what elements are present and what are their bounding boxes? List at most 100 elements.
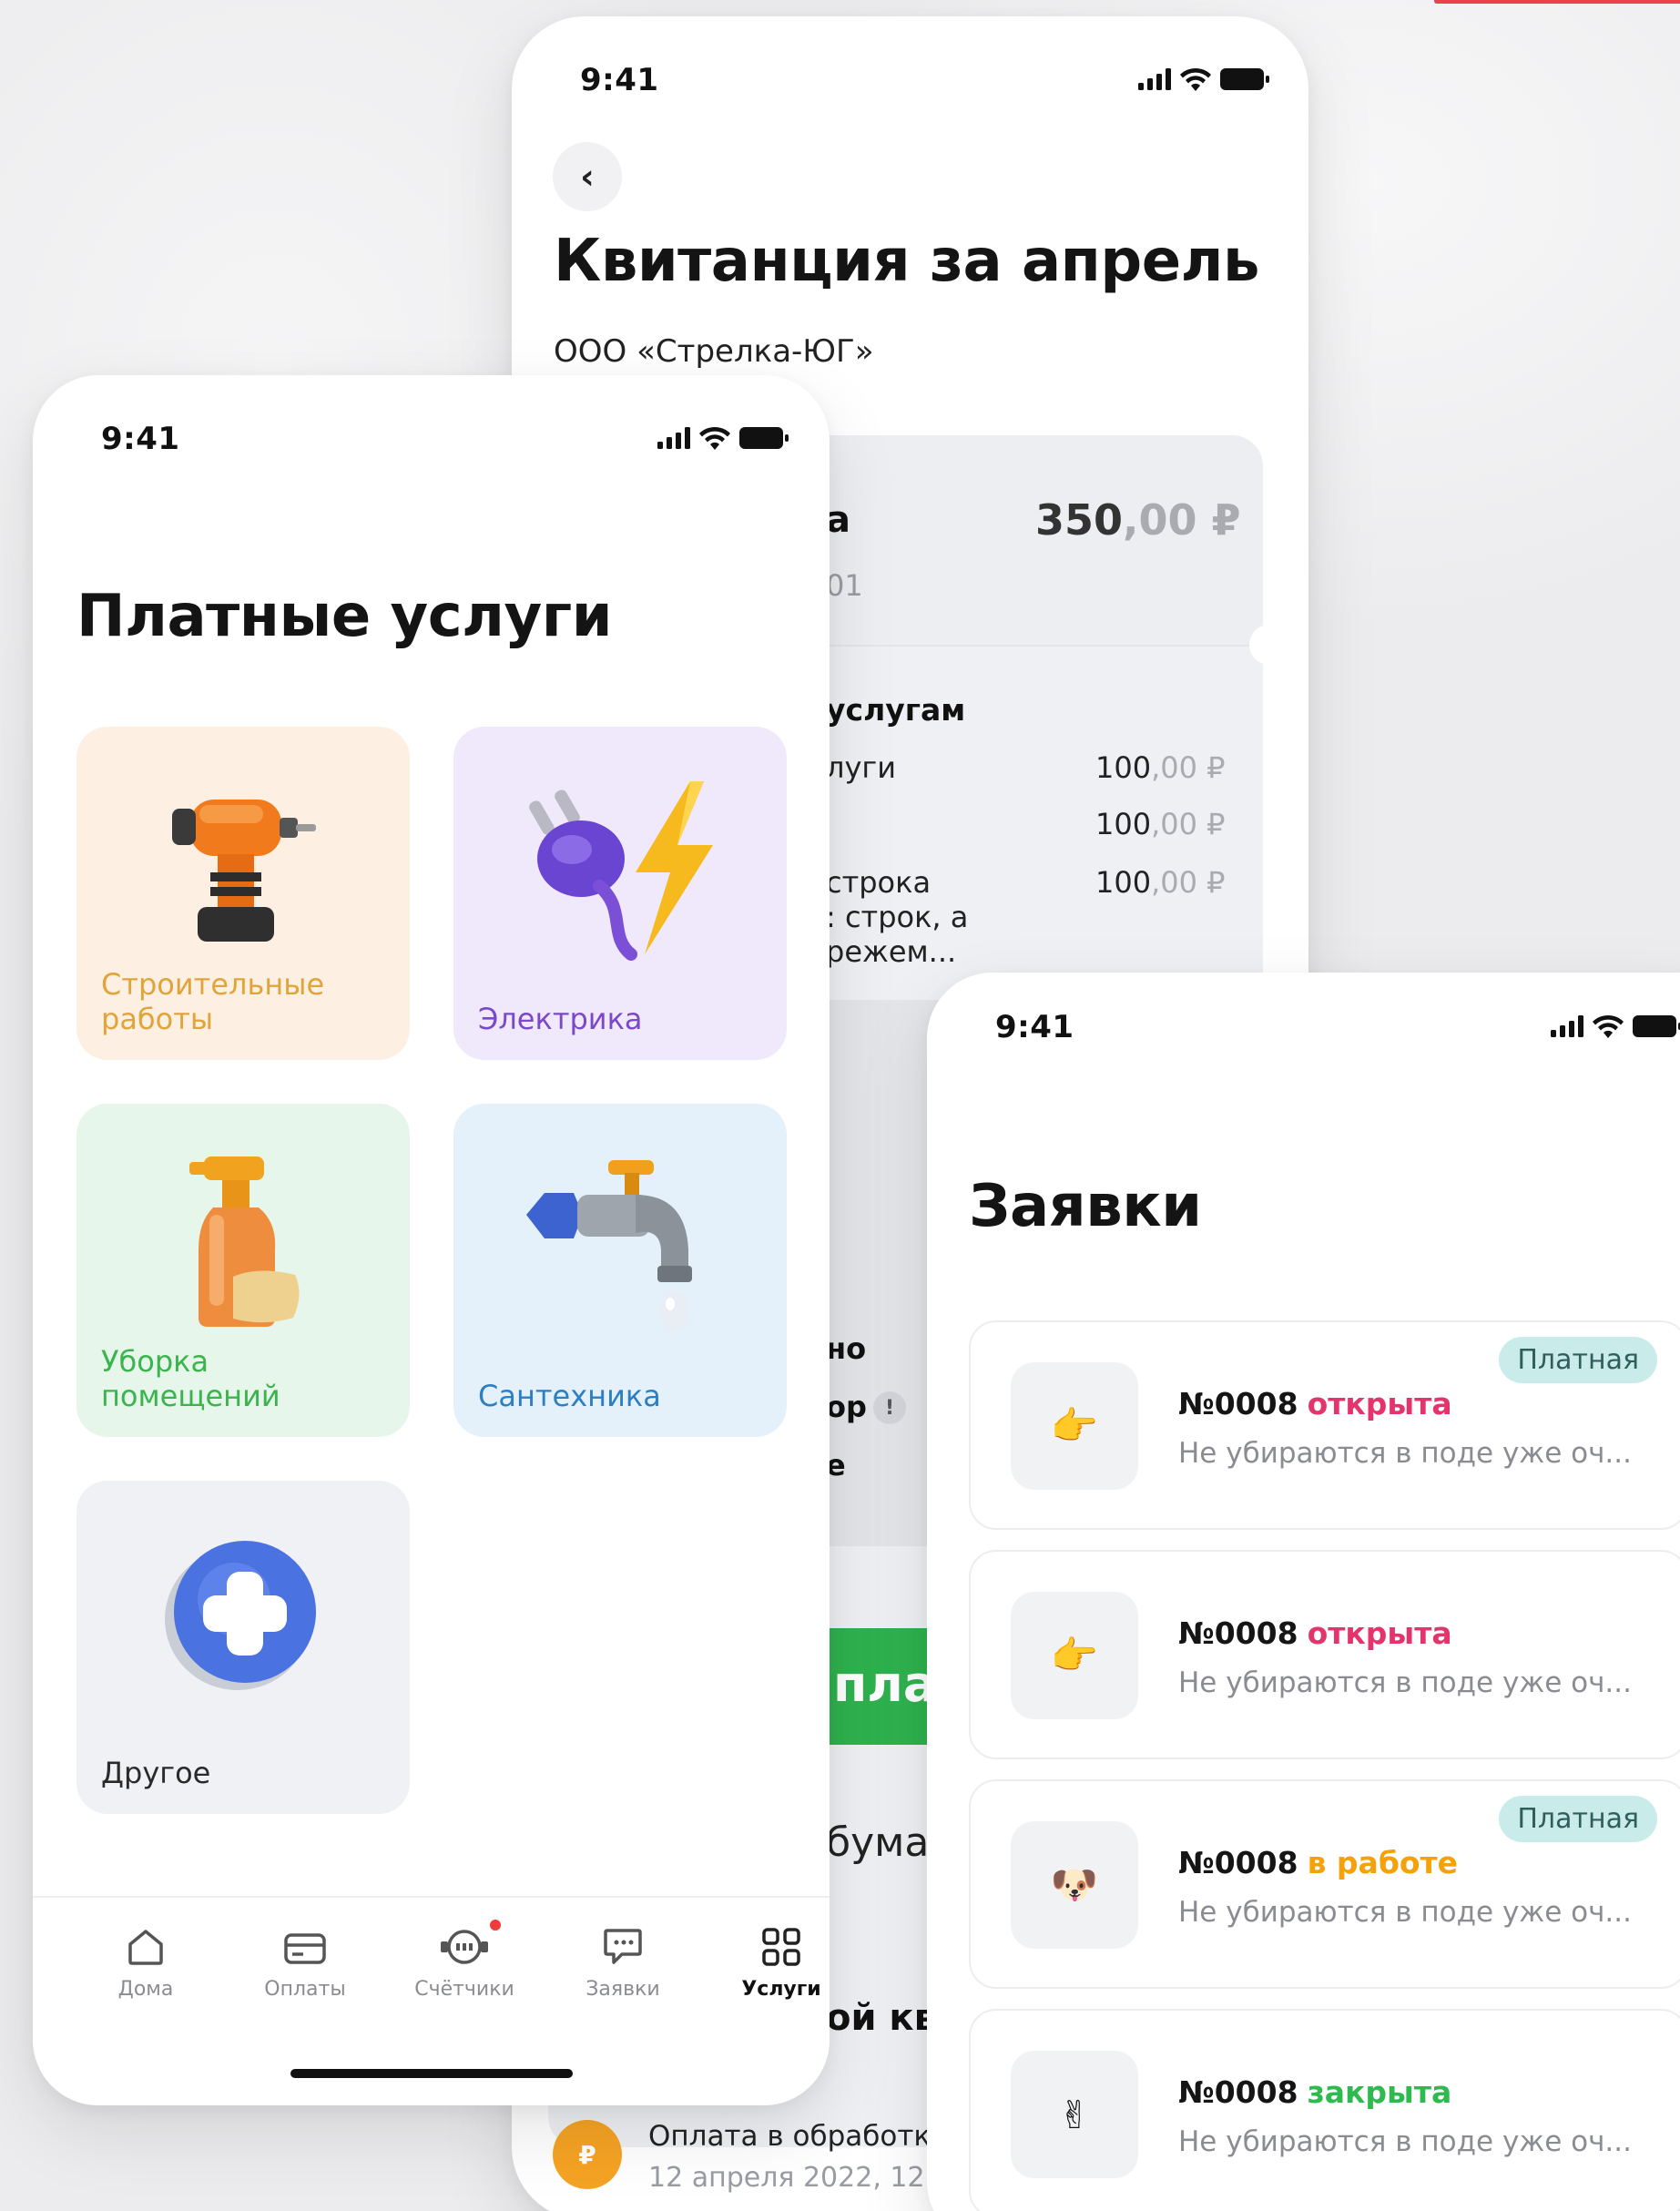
tab-requests[interactable]: Заявки	[559, 1912, 687, 2001]
tab-label: Услуги	[741, 1978, 821, 2001]
back-button[interactable]: ‹	[553, 142, 622, 211]
service-tile-label: Другое	[101, 1756, 211, 1790]
meter-icon	[441, 1930, 488, 1964]
chevron-left-icon: ‹	[580, 157, 595, 197]
request-status: закрыта	[1307, 2074, 1452, 2110]
price-cents: ,00 ₽	[1151, 807, 1226, 841]
notification-dot	[490, 1920, 501, 1931]
request-description: Не убираются в поде уже оч...	[1178, 1666, 1632, 1699]
request-emoji-avatar: 🐶	[1011, 1821, 1138, 1949]
status-bar: 9:41	[512, 16, 1308, 117]
price-main: 100	[1095, 750, 1152, 785]
service-tile-other[interactable]: Другое	[76, 1481, 410, 1814]
status-time: 9:41	[580, 62, 659, 98]
status-time: 9:41	[101, 421, 180, 457]
service-tile-electrics[interactable]: Электрика	[453, 727, 787, 1060]
request-card[interactable]: 👉 №0008 открыта Не убираются в поде уже о…	[969, 1550, 1680, 1759]
wifi-icon	[1593, 1014, 1624, 1038]
request-card[interactable]: 👉 №0008 открыта Не убираются в поде уже о…	[969, 1320, 1680, 1530]
request-emoji-avatar: ✌	[1011, 2051, 1138, 2178]
line-item-price: 100,00 ₽	[1095, 807, 1226, 841]
price-main: 100	[1095, 865, 1152, 900]
tab-home[interactable]: Дома	[82, 1912, 209, 2001]
request-title: №0008 открыта	[1178, 1615, 1452, 1651]
wifi-icon	[1180, 67, 1211, 91]
services-screen: 9:41 Платные услуги Строительные работы	[33, 375, 830, 2105]
service-tile-label: Уборка помещений	[101, 1344, 280, 1413]
page-title: Заявки	[969, 1173, 1202, 1240]
signal-icon	[1551, 1015, 1583, 1037]
line-item-price: 100,00 ₽	[1095, 865, 1226, 900]
battery-icon	[739, 427, 789, 449]
request-card[interactable]: 🐶 №0008 в работе Не убираются в поде уже …	[969, 1779, 1680, 1989]
plus-icon	[165, 1541, 316, 1690]
warning-icon[interactable]: !	[873, 1391, 906, 1424]
requests-screen: 9:41 Заявки 👉 №0008 открыта Не убираются …	[927, 973, 1680, 2211]
history-item-title[interactable]: Оплата в обработке	[648, 2120, 948, 2153]
spray-bottle-icon	[189, 1156, 300, 1327]
service-tile-construction[interactable]: Строительные работы	[76, 727, 410, 1060]
grid-icon	[762, 1928, 800, 1966]
request-number: №0008	[1178, 1615, 1298, 1651]
home-icon	[128, 1930, 163, 1965]
corner-accent	[1434, 0, 1680, 4]
request-emoji-avatar: 👉	[1011, 1362, 1138, 1490]
drill-icon	[172, 800, 316, 942]
line-item-label: строка : строк, а режем...	[826, 865, 969, 969]
status-bar: 9:41	[33, 375, 830, 475]
signal-icon	[1138, 68, 1171, 90]
service-tile-label: Строительные работы	[101, 967, 325, 1036]
price-cents: ,00 ₽	[1151, 865, 1226, 900]
line-item-label: луги	[826, 750, 896, 785]
request-title: №0008 открыта	[1178, 1386, 1452, 1421]
chat-icon	[604, 1929, 642, 1964]
status-icons	[1138, 67, 1269, 91]
ruble-icon: ₽	[553, 2120, 622, 2189]
service-tile-cleaning[interactable]: Уборка помещений	[76, 1104, 410, 1437]
request-number: №0008	[1178, 1386, 1298, 1421]
request-emoji-avatar: 👉	[1011, 1592, 1138, 1719]
receipt-row-label: но	[826, 1331, 867, 1366]
tab-meters[interactable]: Счётчики	[401, 1912, 528, 2001]
status-icons	[1551, 1014, 1680, 1038]
amount-cents: ,00 ₽	[1123, 495, 1241, 545]
card-notch	[1249, 625, 1289, 665]
paid-badge: Платная	[1499, 1796, 1657, 1842]
request-description: Не убираются в поде уже оч...	[1178, 2125, 1632, 2158]
tab-label: Счётчики	[414, 1978, 514, 2001]
request-number: №0008	[1178, 1845, 1298, 1880]
request-status: открыта	[1307, 1615, 1452, 1651]
receipt-name: а	[826, 499, 850, 541]
tab-label: Оплаты	[264, 1978, 346, 2001]
receipt-row-label: ор	[826, 1390, 867, 1424]
request-card[interactable]: ✌ №0008 закрыта Не убираются в поде уже о…	[969, 2009, 1680, 2211]
status-time: 9:41	[995, 1009, 1074, 1045]
price-main: 100	[1095, 807, 1152, 841]
price-cents: ,00 ₽	[1151, 750, 1226, 785]
history-item-date: 12 апреля 2022, 12:	[648, 2162, 934, 2194]
request-title: №0008 закрыта	[1178, 2074, 1451, 2110]
request-title: №0008 в работе	[1178, 1845, 1458, 1880]
home-indicator	[290, 2069, 573, 2078]
services-section-title: услугам	[826, 692, 966, 728]
faucet-icon	[526, 1160, 692, 1331]
tab-label: Заявки	[585, 1978, 660, 2001]
company-name: ООО «Стрелка-ЮГ»	[554, 333, 874, 370]
tab-payments[interactable]: Оплаты	[241, 1912, 369, 2001]
signal-icon	[657, 427, 690, 449]
service-tile-label: Сантехника	[478, 1379, 661, 1413]
request-number: №0008	[1178, 2074, 1298, 2110]
status-bar: 9:41	[927, 973, 1680, 1073]
request-status: открыта	[1307, 1386, 1452, 1421]
page-title: Платные услуги	[76, 583, 613, 650]
tab-services[interactable]: Услуги	[718, 1912, 830, 2001]
service-tile-label: Электрика	[478, 1002, 643, 1036]
card-icon	[284, 1933, 326, 1964]
tab-label: Дома	[117, 1978, 174, 2001]
request-status: в работе	[1307, 1845, 1459, 1880]
plug-lightning-icon	[529, 781, 713, 961]
request-description: Не убираются в поде уже оч...	[1178, 1437, 1632, 1470]
request-description: Не убираются в поде уже оч...	[1178, 1896, 1632, 1929]
service-tile-plumbing[interactable]: Сантехника	[453, 1104, 787, 1437]
page-title: Квитанция за апрель	[554, 228, 1259, 295]
